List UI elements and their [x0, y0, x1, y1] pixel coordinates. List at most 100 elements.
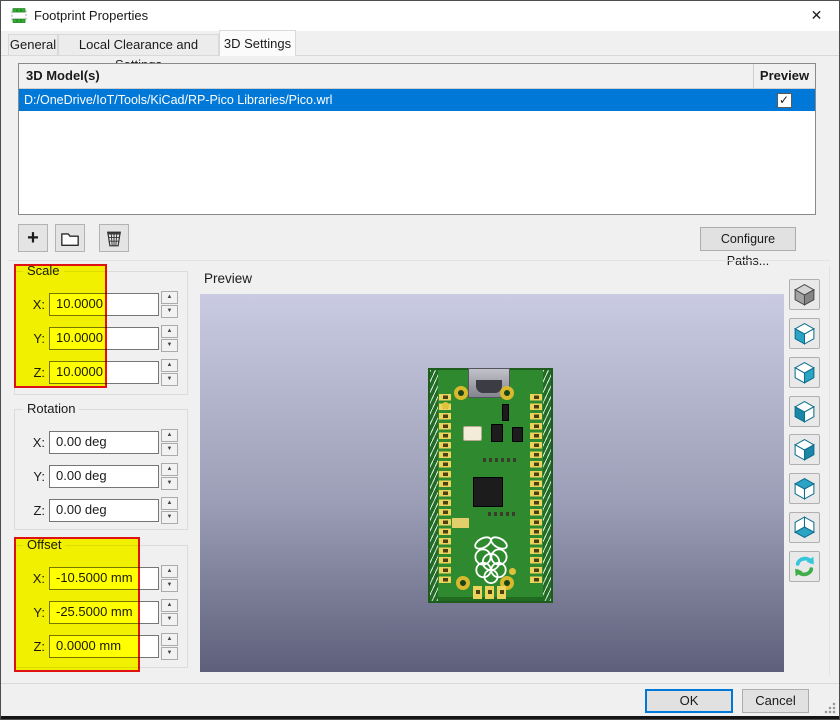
- offset-x-input[interactable]: -10.5000 mm: [49, 567, 159, 590]
- spin-down-icon: ▼: [166, 446, 173, 452]
- footprint-icon: [11, 8, 27, 23]
- spin-down-icon: ▼: [166, 582, 173, 588]
- screen-edge: [0, 716, 840, 720]
- delete-model-button[interactable]: [99, 224, 129, 252]
- preview-3d-viewport[interactable]: [200, 294, 784, 672]
- view-back-cube-icon: [794, 439, 815, 461]
- offset-y-input[interactable]: -25.5000 mm: [49, 601, 159, 624]
- spin-up-icon: ▲: [166, 294, 173, 300]
- spin-up-button[interactable]: ▲: [161, 429, 178, 442]
- add-icon: +: [27, 227, 39, 249]
- offset-x-label: X:: [32, 571, 45, 586]
- raspberry-pi-logo: [474, 536, 508, 585]
- spin-up-button[interactable]: ▲: [161, 633, 178, 646]
- rotation-x-input[interactable]: 0.00 deg: [49, 431, 159, 454]
- rp2040-chip: [473, 477, 503, 507]
- rotation-x-row: X: 0.00 deg ▲ ▼: [15, 429, 189, 456]
- view-top-button[interactable]: [789, 473, 820, 504]
- spin-up-button[interactable]: ▲: [161, 599, 178, 612]
- view-bottom-button[interactable]: [789, 512, 820, 543]
- spin-down-button[interactable]: ▼: [161, 511, 178, 524]
- scale-y-row: Y: 10.0000 ▲ ▼: [15, 325, 189, 352]
- tab-general[interactable]: General: [8, 34, 58, 56]
- scale-z-input[interactable]: 10.0000: [49, 361, 159, 384]
- spin-up-icon: ▲: [166, 636, 173, 642]
- column-header-preview: Preview: [753, 64, 815, 88]
- offset-y-label: Y:: [33, 605, 45, 620]
- model-table: 3D Model(s) Preview D:/OneDrive/IoT/Tool…: [18, 63, 816, 215]
- pico-board-model: [428, 368, 553, 603]
- spin-down-button[interactable]: ▼: [161, 373, 178, 386]
- spin-down-button[interactable]: ▼: [161, 305, 178, 318]
- view-left-button[interactable]: [789, 318, 820, 349]
- bottom-pad: [473, 586, 482, 599]
- close-icon: ✕: [810, 7, 823, 23]
- spin-up-button[interactable]: ▲: [161, 291, 178, 304]
- rotation-x-spinner: ▲ ▼: [161, 429, 178, 456]
- view-right-cube-icon: [794, 362, 815, 384]
- configure-paths-button[interactable]: Configure Paths...: [700, 227, 796, 268]
- title-bar[interactable]: Footprint Properties ✕: [0, 0, 840, 31]
- cancel-button[interactable]: Cancel: [742, 689, 809, 713]
- view-top-cube-icon: [794, 478, 815, 500]
- test-pad: [442, 402, 449, 409]
- spin-up-button[interactable]: ▲: [161, 497, 178, 510]
- spin-up-button[interactable]: ▲: [161, 565, 178, 578]
- scale-z-label: Z:: [33, 365, 45, 380]
- view-front-button[interactable]: [789, 396, 820, 427]
- bottom-pad: [497, 586, 506, 599]
- pad-column-left: [439, 394, 451, 586]
- model-table-row[interactable]: D:/OneDrive/IoT/Tools/KiCad/RP-Pico Libr…: [19, 89, 815, 111]
- panel-edge: [829, 266, 830, 676]
- refresh-icon: [795, 556, 814, 577]
- offset-group: Offset X: -10.5000 mm ▲ ▼ Y: -25.5000 mm…: [14, 537, 189, 668]
- ok-button[interactable]: OK: [645, 689, 733, 713]
- resize-grip[interactable]: [824, 702, 836, 714]
- add-model-button[interactable]: +: [18, 224, 48, 252]
- rotation-legend: Rotation: [23, 401, 80, 416]
- model-path-cell[interactable]: D:/OneDrive/IoT/Tools/KiCad/RP-Pico Libr…: [19, 89, 753, 111]
- browse-model-button[interactable]: [55, 224, 85, 252]
- crystal-oscillator: [463, 426, 482, 441]
- spin-down-button[interactable]: ▼: [161, 647, 178, 660]
- spin-down-button[interactable]: ▼: [161, 477, 178, 490]
- view-back-button[interactable]: [789, 434, 820, 465]
- scale-y-input[interactable]: 10.0000: [49, 327, 159, 350]
- board-edge-silkscreen-right: [543, 370, 551, 601]
- view-right-button[interactable]: [789, 357, 820, 388]
- spin-down-icon: ▼: [166, 650, 173, 656]
- spin-down-button[interactable]: ▼: [161, 443, 178, 456]
- bottom-pad: [485, 586, 494, 599]
- spin-up-button[interactable]: ▲: [161, 359, 178, 372]
- spin-up-icon: ▲: [166, 328, 173, 334]
- scale-y-label: Y:: [33, 331, 45, 346]
- passive-components: [483, 458, 519, 462]
- scale-x-spinner: ▲ ▼: [161, 291, 178, 318]
- tab-local-clearance[interactable]: Local Clearance and Settings: [58, 34, 219, 72]
- spin-up-button[interactable]: ▲: [161, 463, 178, 476]
- scale-y-spinner: ▲ ▼: [161, 325, 178, 352]
- view-bottom-cube-icon: [794, 516, 815, 538]
- spin-up-button[interactable]: ▲: [161, 325, 178, 338]
- spin-down-button[interactable]: ▼: [161, 339, 178, 352]
- isometric-view-button[interactable]: [789, 279, 820, 310]
- tab-general-label: General: [9, 37, 57, 52]
- rotation-z-input[interactable]: 0.00 deg: [49, 499, 159, 522]
- close-button[interactable]: ✕: [794, 1, 839, 30]
- footprint-properties-dialog: Footprint Properties ✕ General Local Cle…: [0, 0, 840, 720]
- spin-down-icon: ▼: [166, 514, 173, 520]
- small-component: [502, 404, 509, 421]
- spin-up-icon: ▲: [166, 602, 173, 608]
- spin-down-button[interactable]: ▼: [161, 579, 178, 592]
- scale-x-input[interactable]: 10.0000: [49, 293, 159, 316]
- preview-checkbox[interactable]: ✓: [776, 92, 792, 108]
- refresh-view-button[interactable]: [789, 551, 820, 582]
- rotation-y-label: Y:: [33, 469, 45, 484]
- offset-z-input[interactable]: 0.0000 mm: [49, 635, 159, 658]
- offset-x-row: X: -10.5000 mm ▲ ▼: [15, 565, 189, 592]
- offset-legend: Offset: [23, 537, 66, 552]
- tab-3d-settings[interactable]: 3D Settings: [219, 30, 296, 56]
- spin-down-button[interactable]: ▼: [161, 613, 178, 626]
- spin-down-icon: ▼: [166, 376, 173, 382]
- rotation-y-input[interactable]: 0.00 deg: [49, 465, 159, 488]
